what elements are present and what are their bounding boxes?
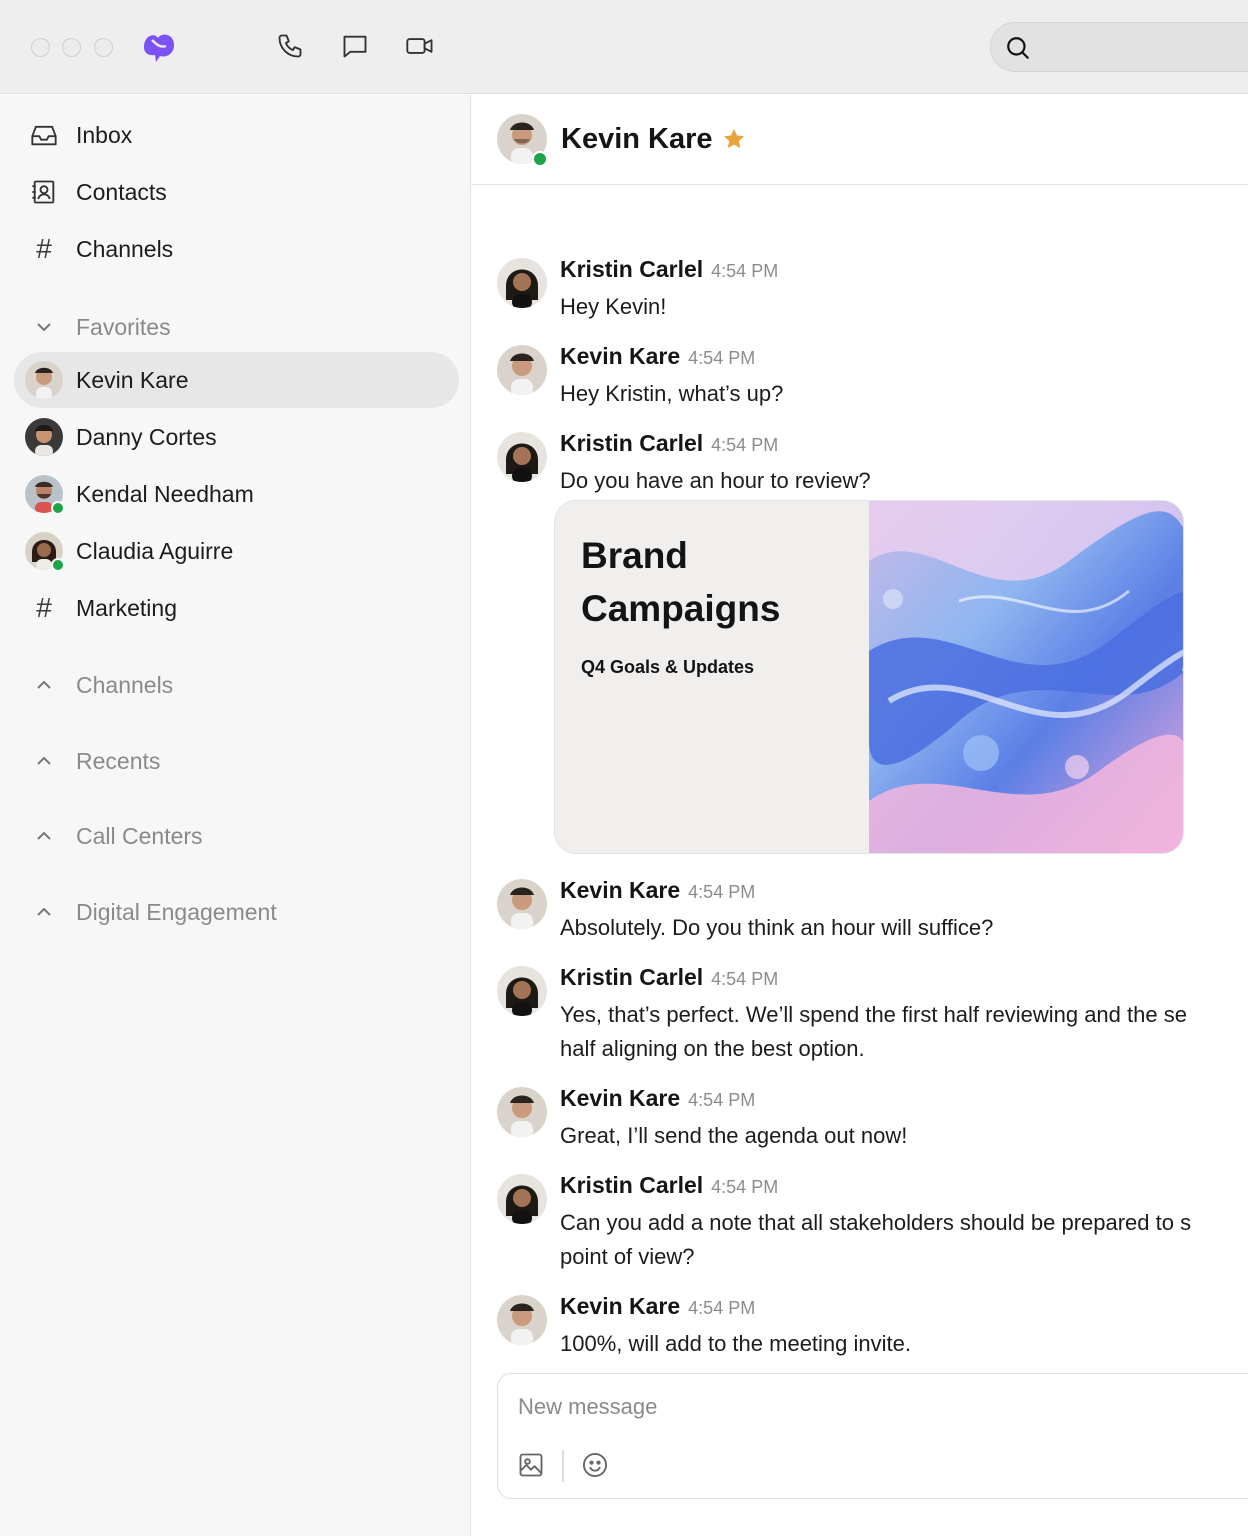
message-text: Do you have an hour to review? xyxy=(560,468,871,493)
video-icon[interactable] xyxy=(404,30,436,62)
chevron-down-icon xyxy=(26,309,62,345)
message-text: Great, I’ll send the agenda out now! xyxy=(560,1123,908,1148)
section-label: Favorites xyxy=(76,313,171,340)
chevron-up-icon xyxy=(26,743,62,779)
message-text: Can you add a note that all stakeholders… xyxy=(560,1210,1192,1235)
contacts-icon xyxy=(26,174,62,210)
message-text: half aligning on the best option. xyxy=(560,1036,865,1061)
message-time: 4:54 PM xyxy=(711,435,779,455)
section-label: Digital Engagement xyxy=(76,898,277,925)
online-status-indicator xyxy=(532,151,548,167)
attachment-subtitle: Q4 Goals & Updates xyxy=(581,657,755,677)
channels-section-toggle[interactable]: Channels xyxy=(14,657,459,713)
avatar[interactable] xyxy=(497,1087,547,1139)
attachment-card[interactable]: Brand Campaigns Q4 Goals & Updates xyxy=(554,500,1184,854)
sidebar-item-inbox[interactable]: Inbox xyxy=(14,107,459,163)
recents-section-toggle[interactable]: Recents xyxy=(14,733,459,789)
avatar[interactable] xyxy=(497,879,547,931)
emoji-icon[interactable] xyxy=(580,1450,610,1480)
avatar xyxy=(25,532,65,572)
window-close-button[interactable] xyxy=(31,38,50,57)
avatar xyxy=(25,361,63,401)
sender-name: Kevin Kare xyxy=(560,877,681,903)
avatar[interactable] xyxy=(497,258,547,310)
sidebar-item-kendal-needham[interactable]: Kendal Needham xyxy=(14,466,459,522)
image-icon[interactable] xyxy=(516,1450,546,1480)
avatar xyxy=(25,475,65,515)
star-icon[interactable] xyxy=(722,127,746,156)
search-bar[interactable] xyxy=(990,22,1248,72)
inbox-icon xyxy=(26,117,62,153)
sender-name: Kevin Kare xyxy=(560,1085,681,1111)
sidebar-item-label: Inbox xyxy=(76,121,133,148)
message-composer xyxy=(497,1373,1248,1499)
section-label: Channels xyxy=(76,671,174,698)
favorites-section-toggle[interactable]: Favorites xyxy=(14,299,459,355)
sidebar-item-label: Danny Cortes xyxy=(76,423,217,450)
sidebar-item-claudia-aguirre[interactable]: Claudia Aguirre xyxy=(14,523,459,579)
sidebar-item-label: Channels xyxy=(76,235,174,262)
attachment-title: Brand Campaigns xyxy=(581,535,781,629)
message-text: Absolutely. Do you think an hour will su… xyxy=(560,915,994,940)
phone-icon[interactable] xyxy=(274,30,306,62)
sidebar-item-channels[interactable]: # Channels xyxy=(14,221,459,277)
message-time: 4:54 PM xyxy=(711,261,779,281)
sender-name: Kristin Carlel xyxy=(560,964,704,990)
message-text: Yes, that’s perfect. We’ll spend the fir… xyxy=(560,1002,1187,1027)
hash-icon: # xyxy=(36,233,52,264)
sidebar-item-label: Kendal Needham xyxy=(76,480,254,507)
sidebar: Inbox Contacts # Channels Favorites Kevi… xyxy=(0,95,471,1536)
sidebar-item-label: Contacts xyxy=(76,178,167,205)
sidebar-item-danny-cortes[interactable]: Danny Cortes xyxy=(14,409,459,465)
section-label: Call Centers xyxy=(76,822,203,849)
section-label: Recents xyxy=(76,747,161,774)
sender-name: Kevin Kare xyxy=(560,1293,681,1319)
sender-name: Kristin Carlel xyxy=(560,430,704,456)
message-time: 4:54 PM xyxy=(688,1298,756,1318)
window-minimize-button[interactable] xyxy=(62,38,81,57)
sidebar-item-marketing[interactable]: # Marketing xyxy=(14,580,459,636)
chevron-up-icon xyxy=(26,818,62,854)
message-time: 4:54 PM xyxy=(688,882,756,902)
avatar[interactable] xyxy=(497,345,547,397)
avatar[interactable] xyxy=(497,432,547,484)
dialpad-logo-icon xyxy=(136,28,180,66)
contact-name: Kevin Kare xyxy=(561,123,713,155)
sidebar-item-label: Claudia Aguirre xyxy=(76,537,234,564)
avatar[interactable] xyxy=(497,1174,547,1226)
online-status-indicator xyxy=(51,501,65,515)
composer-divider xyxy=(562,1450,564,1482)
chevron-up-icon xyxy=(26,667,62,703)
hash-icon: # xyxy=(36,592,52,623)
new-message-input[interactable] xyxy=(518,1390,1218,1424)
message-text: Hey Kevin! xyxy=(560,294,667,319)
avatar[interactable] xyxy=(497,966,547,1018)
sender-name: Kevin Kare xyxy=(560,343,681,369)
message-time: 4:54 PM xyxy=(711,969,779,989)
chevron-up-icon xyxy=(26,894,62,930)
sidebar-item-label: Marketing xyxy=(76,594,177,621)
call-centers-section-toggle[interactable]: Call Centers xyxy=(14,808,459,864)
message-text: Hey Kristin, what’s up? xyxy=(560,381,784,406)
search-icon xyxy=(1007,37,1029,59)
avatar[interactable] xyxy=(497,1295,547,1347)
message-text: point of view? xyxy=(560,1244,695,1269)
message-icon[interactable] xyxy=(339,30,371,62)
attachment-cover-image xyxy=(869,501,1183,853)
digital-engagement-section-toggle[interactable]: Digital Engagement xyxy=(14,884,459,940)
sidebar-item-kevin-kare[interactable]: Kevin Kare xyxy=(14,352,459,408)
sidebar-item-contacts[interactable]: Contacts xyxy=(14,164,459,220)
title-bar xyxy=(0,0,1248,94)
sender-name: Kristin Carlel xyxy=(560,1172,704,1198)
message-time: 4:54 PM xyxy=(688,1090,756,1110)
chat-header: Kevin Kare xyxy=(472,95,1248,185)
online-status-indicator xyxy=(51,558,65,572)
window-maximize-button[interactable] xyxy=(94,38,113,57)
message-time: 4:54 PM xyxy=(711,1177,779,1197)
sidebar-item-label: Kevin Kare xyxy=(76,366,189,393)
avatar xyxy=(25,418,63,457)
message-text: 100%, will add to the meeting invite. xyxy=(560,1331,911,1356)
message-time: 4:54 PM xyxy=(688,348,756,368)
sender-name: Kristin Carlel xyxy=(560,256,704,282)
